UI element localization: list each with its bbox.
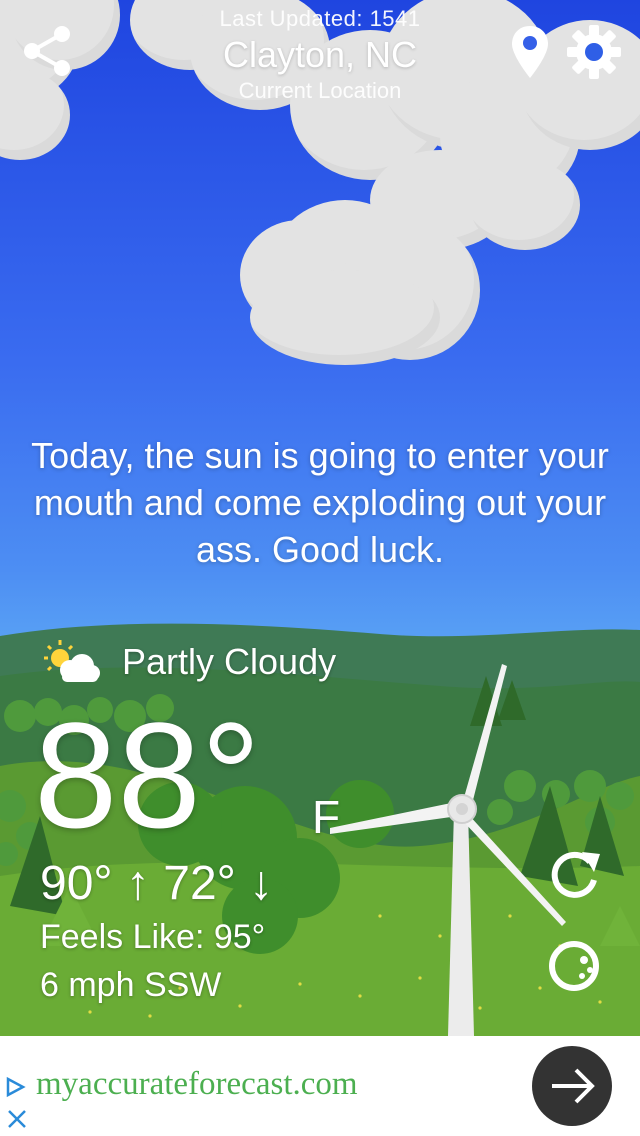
wind-speed: 6 mph SSW	[40, 966, 222, 1004]
close-icon[interactable]	[6, 1108, 28, 1130]
temperature-unit[interactable]: F	[312, 790, 340, 844]
ad-url[interactable]: myaccurateforecast.com	[36, 1066, 358, 1103]
location-subtitle: Current Location	[238, 78, 402, 103]
moon-toggle-icon	[549, 941, 599, 991]
settings-button[interactable]	[566, 24, 622, 80]
refresh-icon	[551, 851, 600, 898]
location-button[interactable]	[510, 24, 550, 80]
share-button[interactable]	[20, 24, 74, 78]
location-header: Last Updated: 1541 Clayton, NC Current L…	[120, 6, 520, 104]
condition-row: Partly Cloudy	[40, 640, 336, 684]
gear-icon	[567, 25, 621, 79]
feels-like: Feels Like: 95°	[40, 918, 266, 956]
arrow-right-icon	[552, 1068, 595, 1104]
current-temperature: 88°	[34, 691, 261, 859]
forecast-quote: Today, the sun is going to enter your mo…	[31, 435, 609, 570]
theme-toggle-button[interactable]	[546, 938, 602, 994]
map-pin-icon	[512, 26, 548, 78]
share-icon	[24, 26, 70, 76]
city-name[interactable]: Clayton, NC	[120, 34, 520, 76]
partly-cloudy-icon	[44, 640, 100, 682]
last-updated: Last Updated: 1541	[219, 6, 421, 31]
high-low-temps: 90° ↑ 72° ↓	[40, 857, 274, 910]
refresh-button[interactable]	[546, 846, 602, 902]
ad-go-button[interactable]	[532, 1046, 612, 1126]
adchoices-icon[interactable]	[4, 1076, 26, 1098]
condition-text: Partly Cloudy	[122, 641, 337, 682]
